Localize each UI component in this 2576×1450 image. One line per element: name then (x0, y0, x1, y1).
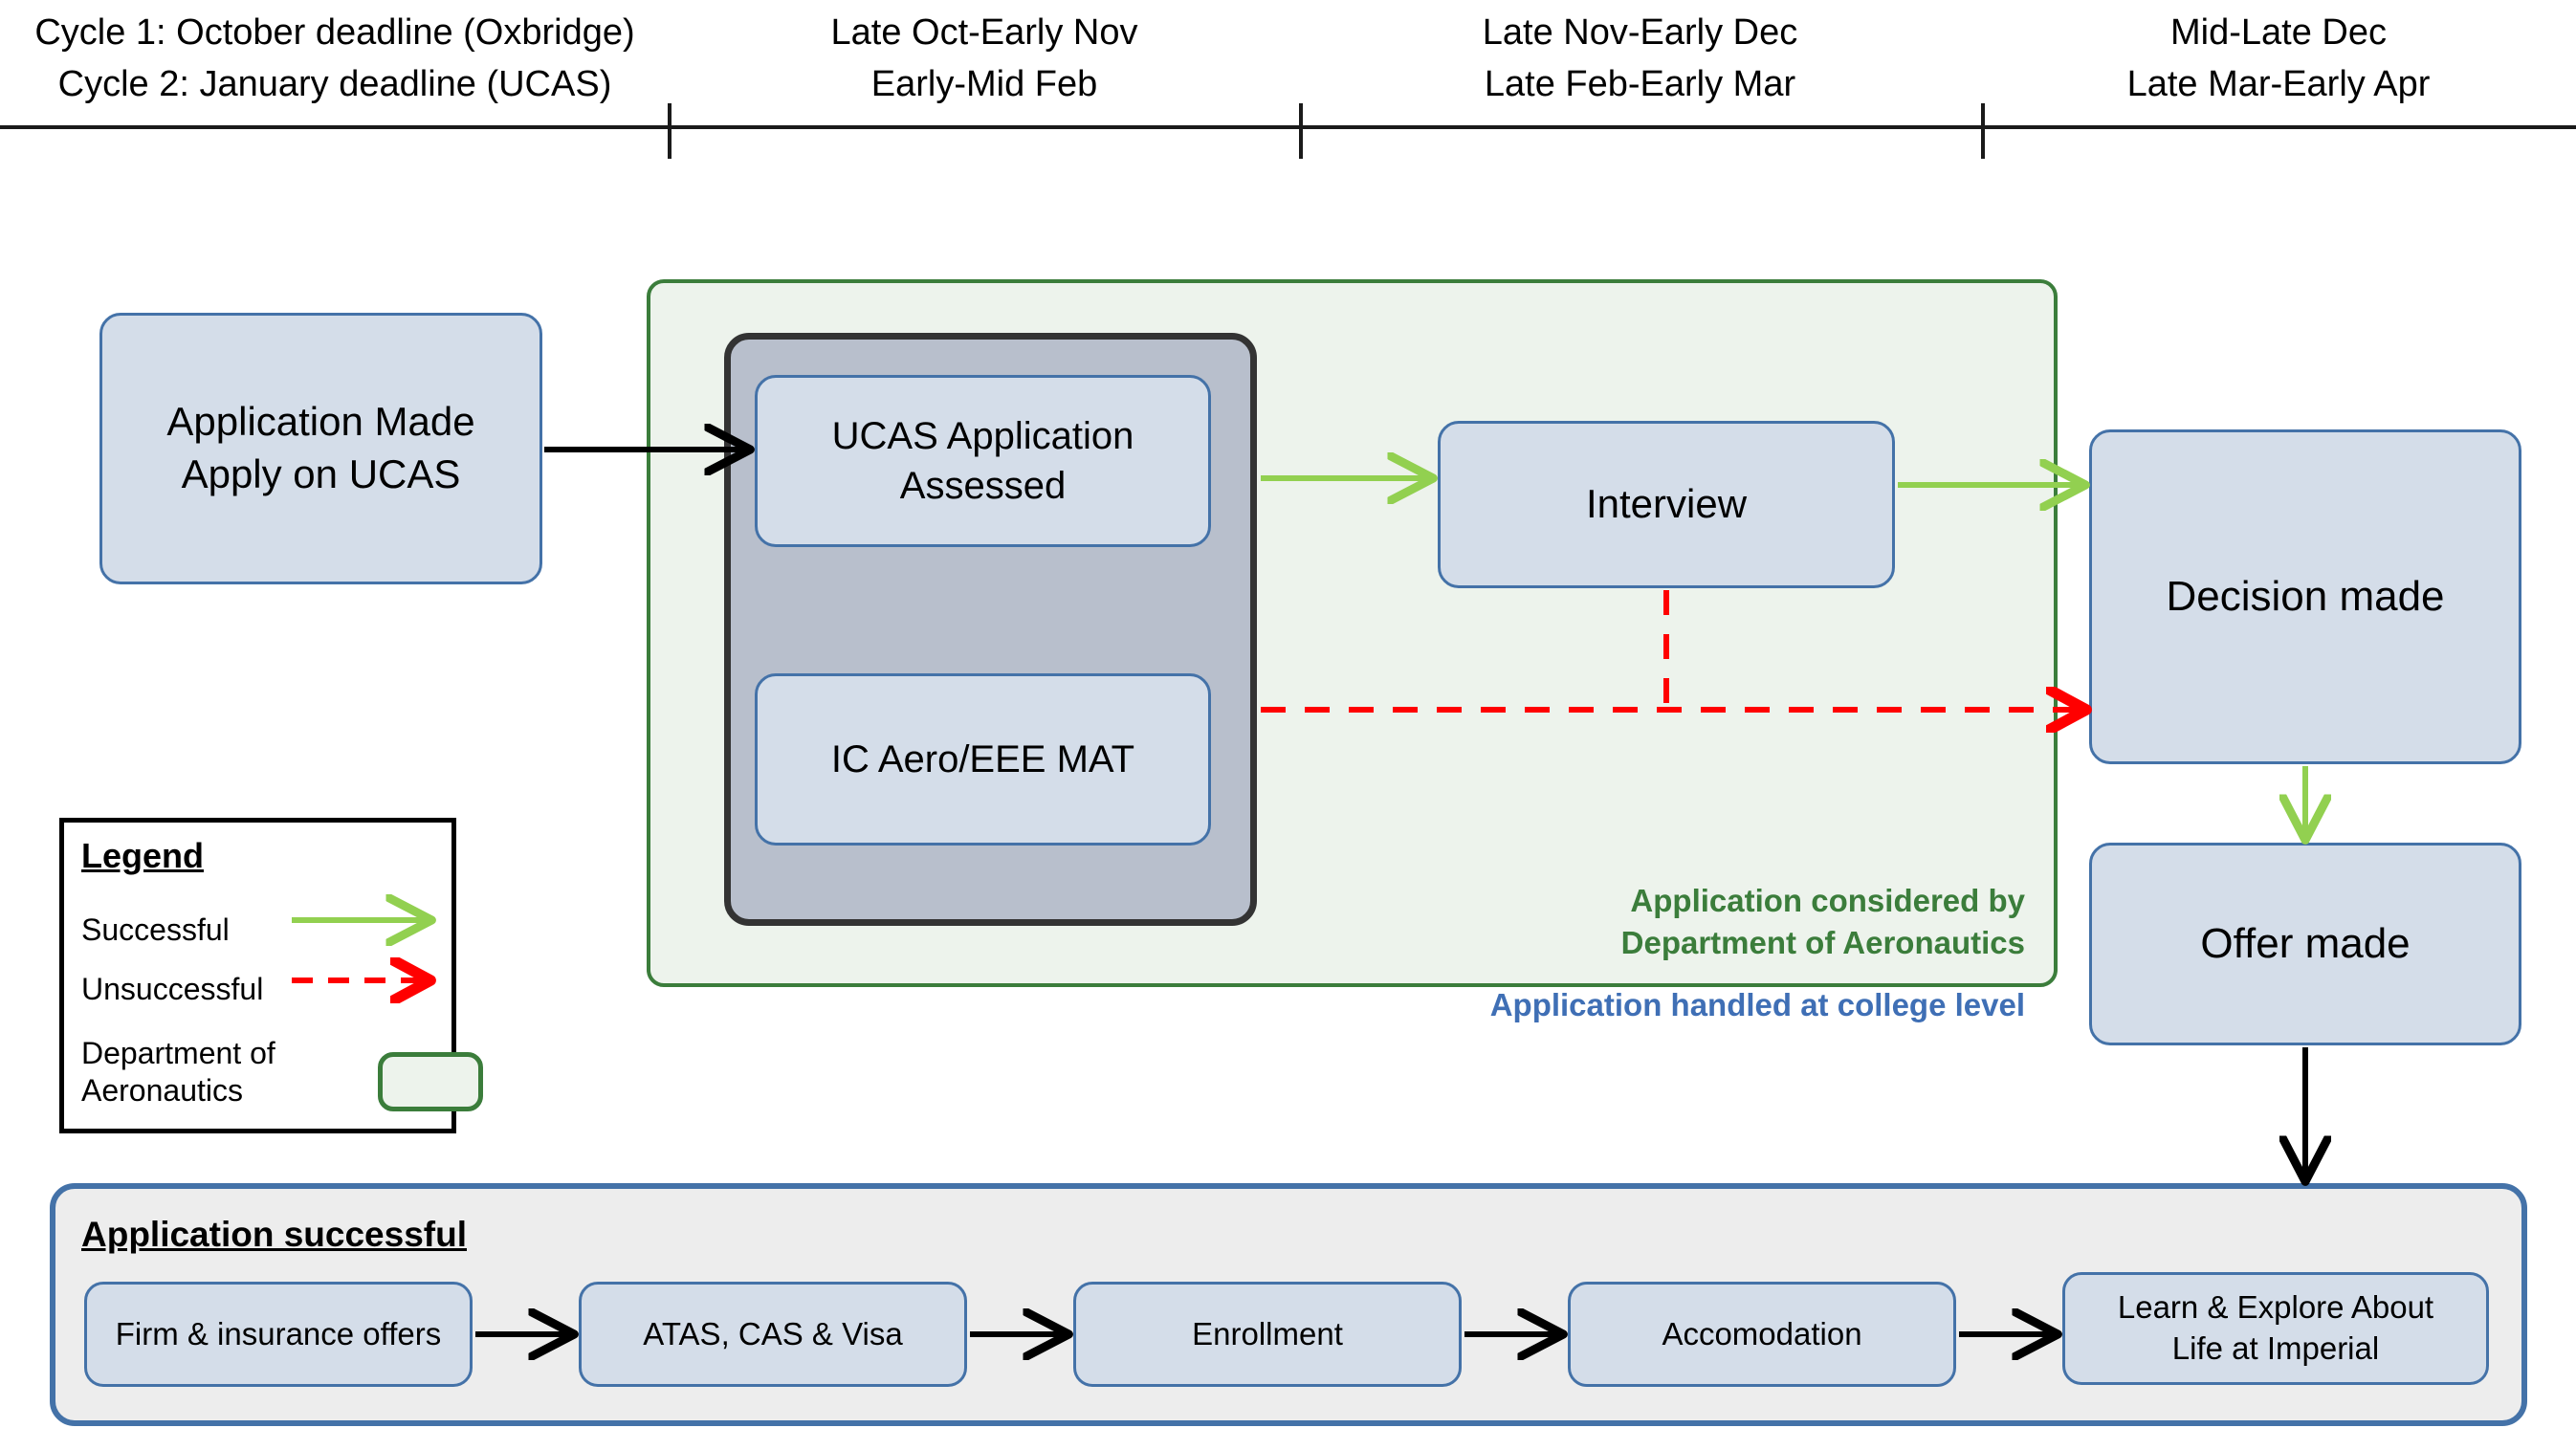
legend-item-department-label-line1: Department of (81, 1036, 275, 1070)
timeline-label-3-line2: Late Feb-Early Mar (1484, 63, 1796, 104)
timeline-label-1-line2: Cycle 2: January deadline (UCAS) (57, 63, 612, 104)
node-offer-made-label: Offer made (2200, 920, 2411, 968)
node-ic-aero-eee-mat[interactable]: IC Aero/EEE MAT (755, 673, 1211, 846)
legend-department-swatch-icon (378, 1052, 483, 1111)
timeline-label-2: Late Oct-Early Nov Early-Mid Feb (670, 8, 1299, 111)
flowchart-canvas: Cycle 1: October deadline (Oxbridge) Cyc… (0, 0, 2576, 1450)
department-note: Application considered by Department of … (1559, 880, 2025, 963)
department-note-line1: Application considered by (1630, 883, 2025, 918)
node-learn-explore-imperial[interactable]: Learn & Explore About Life at Imperial (2062, 1272, 2489, 1385)
node-ucas-application-assessed[interactable]: UCAS Application Assessed (755, 375, 1211, 547)
node-ucas-assessed-line1: UCAS Application (831, 415, 1134, 457)
legend: Legend Successful Unsuccessful Departmen… (59, 818, 483, 1133)
node-firm-insurance-offers-label: Firm & insurance offers (115, 1315, 442, 1351)
timeline-label-4-line2: Late Mar-Early Apr (2126, 63, 2431, 104)
node-accomodation[interactable]: Accomodation (1568, 1282, 1956, 1387)
application-successful-title: Application successful (81, 1215, 467, 1254)
node-firm-insurance-offers[interactable]: Firm & insurance offers (84, 1282, 473, 1387)
node-atas-cas-visa-label: ATAS, CAS & Visa (643, 1315, 903, 1351)
legend-title: Legend (81, 836, 205, 875)
node-learn-explore-line2: Life at Imperial (2171, 1330, 2380, 1366)
node-ucas-assessed-line2: Assessed (899, 465, 1067, 507)
node-decision-made[interactable]: Decision made (2089, 429, 2521, 764)
node-application-made-line1: Application Made (166, 399, 475, 445)
node-mat-label: IC Aero/EEE MAT (830, 738, 1135, 780)
legend-item-department-label: Department of Aeronautics (81, 1035, 275, 1109)
timeline-tick-1 (668, 103, 672, 159)
timeline-label-1: Cycle 1: October deadline (Oxbridge) Cyc… (0, 8, 670, 111)
node-learn-explore-line1: Learn & Explore About (2117, 1289, 2434, 1326)
legend-item-department-label-line2: Aeronautics (81, 1073, 243, 1109)
timeline-label-3-line1: Late Nov-Early Dec (1482, 12, 1798, 53)
department-note-line2: Department of Aeronautics (1620, 924, 2025, 960)
timeline-tick-3 (1981, 103, 1985, 159)
college-level-note: Application handled at college level (1489, 987, 2025, 1022)
legend-item-unsuccessful-label: Unsuccessful (81, 972, 264, 1006)
timeline-label-4-line1: Mid-Late Dec (2170, 12, 2387, 53)
node-interview[interactable]: Interview (1438, 421, 1895, 588)
node-enrollment-label: Enrollment (1192, 1315, 1343, 1351)
timeline-label-3: Late Nov-Early Dec Late Feb-Early Mar (1299, 8, 1981, 111)
legend-item-successful-label: Successful (81, 912, 230, 947)
node-decision-made-label: Decision made (2166, 573, 2445, 621)
timeline-label-2-line1: Late Oct-Early Nov (830, 12, 1138, 53)
node-application-made-line2: Apply on UCAS (181, 451, 461, 496)
node-accomodation-label: Accomodation (1662, 1315, 1862, 1351)
node-enrollment[interactable]: Enrollment (1073, 1282, 1462, 1387)
node-offer-made[interactable]: Offer made (2089, 843, 2521, 1045)
node-interview-label: Interview (1585, 481, 1748, 527)
timeline-label-1-line1: Cycle 1: October deadline (Oxbridge) (34, 12, 635, 53)
timeline-tick-2 (1299, 103, 1303, 159)
node-atas-cas-visa[interactable]: ATAS, CAS & Visa (579, 1282, 967, 1387)
timeline-axis (0, 125, 2576, 129)
timeline-label-2-line2: Early-Mid Feb (870, 63, 1098, 104)
node-application-made[interactable]: Application Made Apply on UCAS (99, 313, 542, 584)
timeline-label-4: Mid-Late Dec Late Mar-Early Apr (1981, 8, 2576, 111)
